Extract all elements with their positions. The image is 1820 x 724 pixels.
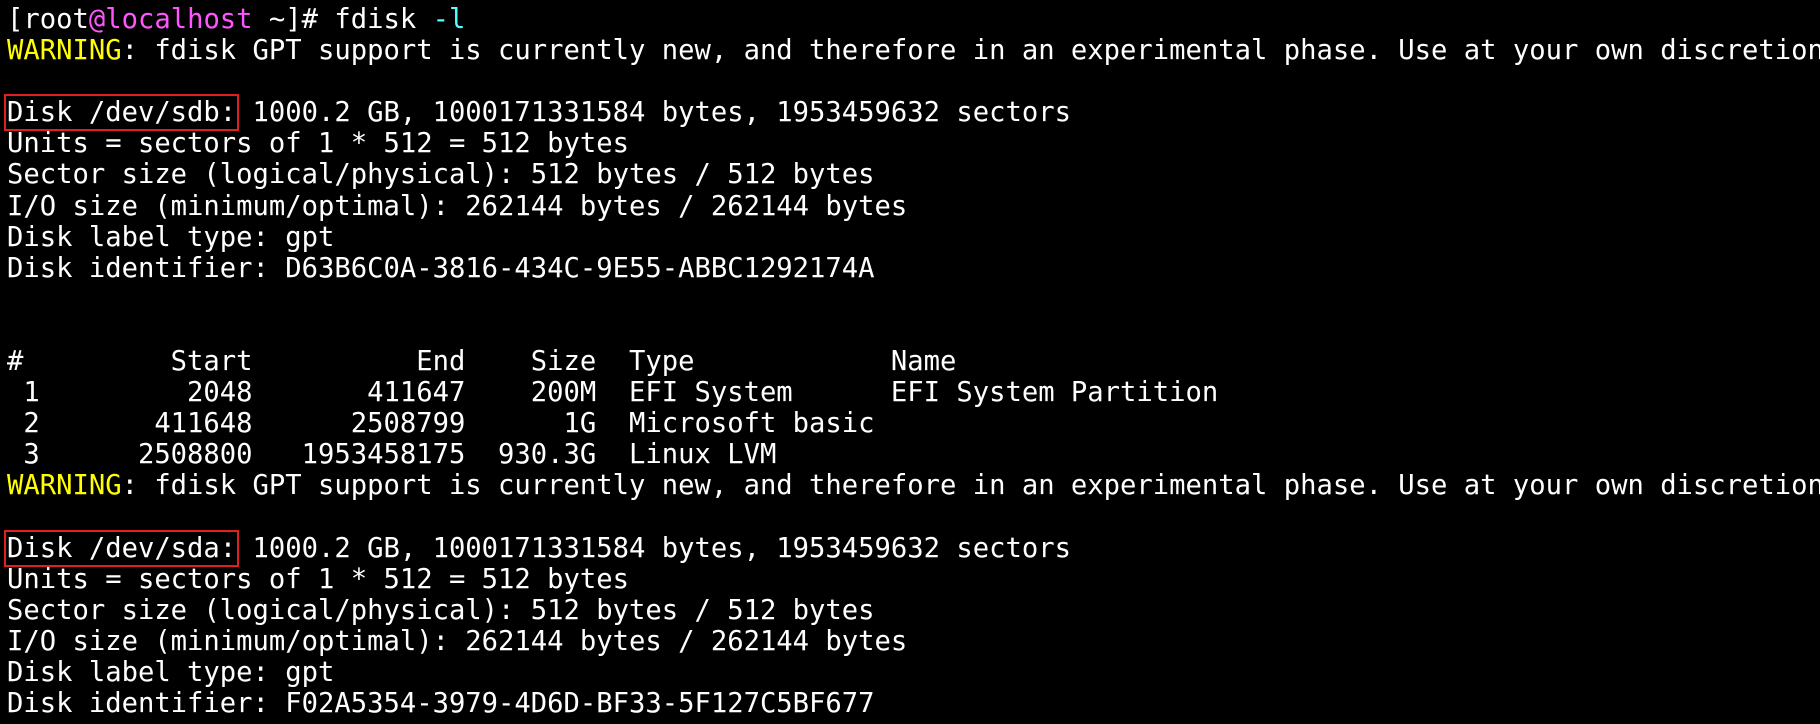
- command-text: fdisk: [334, 4, 417, 35]
- disk-header-line: Disk /dev/sda: 1000.2 GB, 1000171331584 …: [3, 529, 1820, 567]
- units-line: Units = sectors of 1 * 512 = 512 bytes: [7, 128, 629, 160]
- prompt-at: @: [88, 4, 106, 35]
- disk-name-highlight: Disk /dev/sdb:: [3, 94, 240, 132]
- command-flag: -l: [432, 4, 466, 35]
- terminal-output: [root@localhost ~]# fdisk -l WARNING: fd…: [3, 4, 1820, 720]
- units-line: Units = sectors of 1 * 512 = 512 bytes: [7, 563, 629, 595]
- prompt-line: [root@localhost ~]# fdisk -l: [7, 4, 1820, 35]
- partition-row: 2 411648 2508799 1G Microsoft basic: [7, 408, 891, 440]
- warning-line: WARNING: fdisk GPT support is currently …: [7, 470, 1820, 501]
- partition-row: 1 2048 411647 200M EFI System EFI System…: [7, 377, 1219, 409]
- prompt-host: localhost: [105, 4, 253, 35]
- warning-text: : fdisk GPT support is currently new, an…: [121, 35, 1820, 67]
- sector-size-line: Sector size (logical/physical): 512 byte…: [7, 594, 875, 626]
- io-size-line: I/O size (minimum/optimal): 262144 bytes…: [7, 625, 908, 657]
- identifier-line: Disk identifier: D63B6C0A-3816-434C-9E55…: [7, 252, 875, 284]
- prompt-path: ~]#: [252, 4, 335, 35]
- warning-label: WARNING: [7, 470, 122, 502]
- sector-size-line: Sector size (logical/physical): 512 byte…: [7, 159, 875, 191]
- io-size-line: I/O size (minimum/optimal): 262144 bytes…: [7, 190, 908, 222]
- prompt-user: root: [23, 4, 89, 35]
- partition-table-header: # Start End Size Type Name: [7, 346, 957, 378]
- prompt-bracket: [: [7, 4, 24, 35]
- disk-size-info: 1000.2 GB, 1000171331584 bytes, 19534596…: [236, 97, 1071, 129]
- warning-label: WARNING: [7, 35, 122, 67]
- label-type-line: Disk label type: gpt: [7, 656, 335, 688]
- warning-line: WARNING: fdisk GPT support is currently …: [7, 35, 1820, 66]
- disk-header-line: Disk /dev/sdb: 1000.2 GB, 1000171331584 …: [3, 94, 1820, 132]
- disk-size-info: 1000.2 GB, 1000171331584 bytes, 19534596…: [236, 532, 1071, 564]
- terminal-window[interactable]: { "prompt": { "open_bracket": "[", "user…: [0, 0, 1820, 724]
- identifier-line: Disk identifier: F02A5354-3979-4D6D-BF33…: [7, 688, 875, 720]
- label-type-line: Disk label type: gpt: [7, 221, 335, 253]
- warning-text: : fdisk GPT support is currently new, an…: [121, 470, 1820, 502]
- partition-row: 3 2508800 1953458175 930.3G Linux LVM: [7, 439, 891, 471]
- disk-name-highlight: Disk /dev/sda:: [3, 529, 240, 567]
